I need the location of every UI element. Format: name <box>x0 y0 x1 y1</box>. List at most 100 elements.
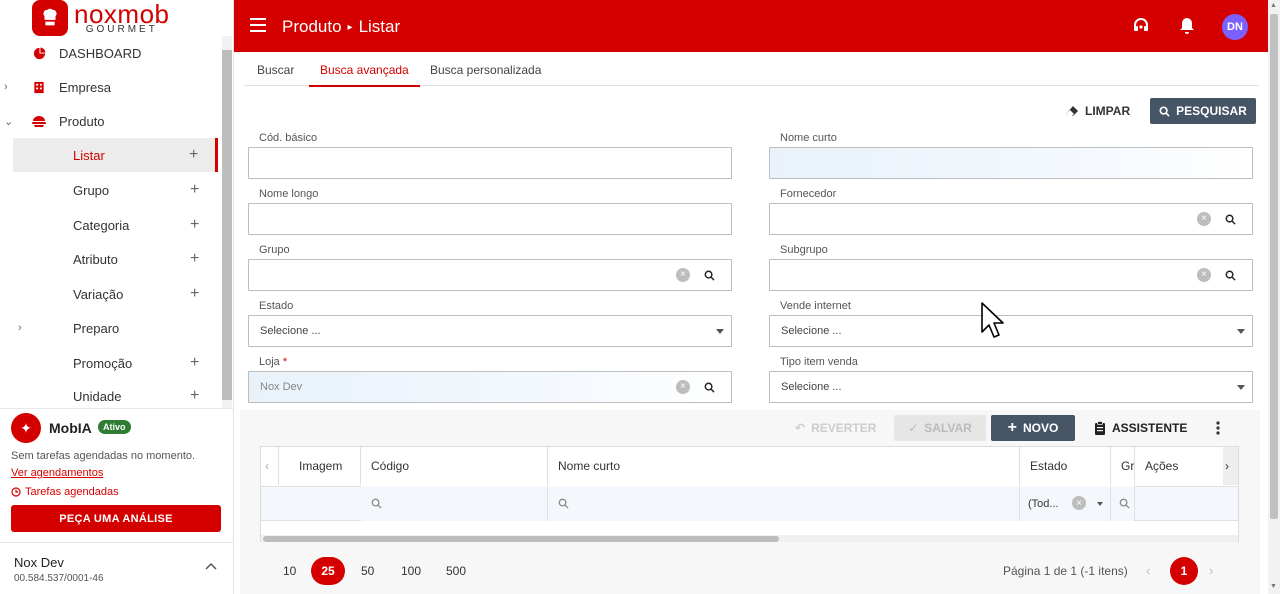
pesquisar-button[interactable]: PESQUISAR <box>1150 98 1256 124</box>
store-selector[interactable]: Nox Dev 00.584.537/0001-46 <box>0 542 233 594</box>
dropdown-caret-icon[interactable] <box>1097 502 1103 506</box>
assistente-button[interactable]: ASSISTENTE <box>1094 415 1187 441</box>
grupo-label: Grupo <box>259 244 290 256</box>
estado-filter[interactable]: (Tod... × <box>1020 486 1111 521</box>
subgrupo-input[interactable]: × <box>769 259 1253 291</box>
search-icon[interactable] <box>702 268 716 282</box>
chevron-down-icon: ⌄ <box>4 115 14 128</box>
sidebar-item-preparo[interactable]: › Preparo <box>0 311 222 345</box>
clear-icon[interactable]: × <box>1197 268 1211 282</box>
plus-icon[interactable]: + <box>190 285 199 303</box>
column-header-estado[interactable]: Estado <box>1020 447 1111 485</box>
clear-icon[interactable]: × <box>676 268 690 282</box>
page-size-500[interactable]: 500 <box>446 564 466 578</box>
vende-internet-select[interactable]: Selecione ... <box>769 315 1253 347</box>
chevron-up-icon[interactable] <box>205 559 217 573</box>
nome-longo-label: Nome longo <box>259 188 319 200</box>
scroll-down-icon[interactable]: ▼ <box>1270 583 1277 590</box>
clear-icon[interactable]: × <box>676 380 690 394</box>
sidebar-item-unidade[interactable]: Unidade + <box>0 379 222 406</box>
breadcrumb-separator-icon: ▸ <box>347 21 353 33</box>
nome-longo-input[interactable] <box>248 203 732 235</box>
loja-input[interactable]: Nox Dev × <box>248 371 732 403</box>
estado-select[interactable]: Selecione ... <box>248 315 732 347</box>
peca-analise-button[interactable]: PEÇA UMA ANÁLISE <box>11 505 221 532</box>
sidebar-item-label: Listar <box>73 147 105 163</box>
scroll-left-icon[interactable]: ‹ <box>261 447 279 485</box>
page-size-100[interactable]: 100 <box>401 564 421 578</box>
page-scrollbar-thumb[interactable] <box>1270 14 1278 519</box>
codigo-filter[interactable] <box>361 486 548 521</box>
search-icon[interactable] <box>1223 212 1237 226</box>
grid-scrollbar-thumb[interactable] <box>263 536 779 542</box>
sidebar-item-variacao[interactable]: Variação + <box>0 277 222 311</box>
search-icon[interactable] <box>702 380 716 394</box>
limpar-button[interactable]: LIMPAR <box>1065 98 1130 124</box>
grid-horizontal-scrollbar[interactable] <box>261 535 1238 542</box>
plus-icon[interactable]: + <box>190 354 199 372</box>
more-options-icon[interactable] <box>1213 415 1223 441</box>
scroll-up-icon[interactable]: ▲ <box>1270 2 1277 9</box>
sidebar-item-grupo[interactable]: Grupo + <box>0 173 222 207</box>
tab-busca-personalizada[interactable]: Busca personalizada <box>430 63 541 77</box>
column-header-nome-curto[interactable]: Nome curto <box>548 447 1020 485</box>
bell-icon[interactable] <box>1177 16 1197 36</box>
plus-icon[interactable]: + <box>190 387 199 405</box>
salvar-button[interactable]: ✓ SALVAR <box>894 415 986 441</box>
current-page-button[interactable]: 1 <box>1170 557 1198 585</box>
sidebar-scrollbar[interactable] <box>222 36 232 408</box>
sidebar-item-atributo[interactable]: Atributo + <box>0 242 222 276</box>
plus-icon[interactable]: + <box>190 216 199 234</box>
main-content: Buscar Busca avançada Busca personalizad… <box>234 52 1268 594</box>
search-icon <box>371 498 382 509</box>
sidebar-item-empresa[interactable]: › Empresa <box>0 70 222 104</box>
headset-support-icon[interactable] <box>1131 16 1151 36</box>
plus-icon[interactable]: + <box>190 250 199 268</box>
scroll-right-icon[interactable]: › <box>1223 447 1238 485</box>
column-header-codigo[interactable]: Código <box>361 447 548 485</box>
clear-icon[interactable]: × <box>1072 496 1086 510</box>
page-size-50[interactable]: 50 <box>361 564 374 578</box>
cod-basico-input[interactable] <box>248 147 732 179</box>
clear-icon[interactable]: × <box>1197 212 1211 226</box>
loja-value: Nox Dev <box>260 381 303 393</box>
ver-agendamentos-link[interactable]: Ver agendamentos <box>11 467 103 479</box>
sidebar-item-categoria[interactable]: Categoria + <box>0 208 222 242</box>
sidebar-item-listar[interactable]: Listar + <box>13 138 218 172</box>
page-scrollbar[interactable]: ▲ ▼ <box>1268 0 1280 594</box>
brand-logo[interactable]: noxmob GOURMET <box>32 0 170 36</box>
grupo-input[interactable]: × <box>248 259 732 291</box>
page-size-25[interactable]: 25 <box>311 557 345 585</box>
search-tabs: Buscar Busca avançada Busca personalizad… <box>244 52 1259 87</box>
pesquisar-label: PESQUISAR <box>1176 104 1247 118</box>
reverter-button[interactable]: ↶ REVERTER <box>795 415 876 441</box>
column-header-grupo[interactable]: Gr <box>1111 447 1135 485</box>
product-grid: ‹ Imagem Código Nome curto Estado Gr Açõ… <box>260 446 1239 542</box>
column-header-imagem[interactable]: Imagem <box>279 447 361 485</box>
salvar-label: SALVAR <box>924 421 972 435</box>
next-page-icon[interactable]: › <box>1209 563 1213 578</box>
tarefas-agendadas-link[interactable]: Tarefas agendadas <box>11 486 119 498</box>
novo-button[interactable]: + NOVO <box>991 415 1075 441</box>
status-badge: Ativo <box>98 420 131 434</box>
page-size-10[interactable]: 10 <box>283 564 296 578</box>
plus-icon[interactable]: + <box>189 146 198 164</box>
avatar[interactable]: DN <box>1222 14 1248 40</box>
hamburger-menu-icon[interactable] <box>250 18 266 32</box>
plus-icon[interactable]: + <box>190 181 199 199</box>
sidebar-scrollbar-thumb[interactable] <box>222 50 232 400</box>
breadcrumb-produto[interactable]: Produto <box>282 17 342 37</box>
nome-curto-input[interactable] <box>769 147 1253 179</box>
sidebar-item-produto[interactable]: ⌄ Produto <box>0 104 222 138</box>
tab-busca-avancada[interactable]: Busca avançada <box>309 63 420 87</box>
fornecedor-input[interactable]: × <box>769 203 1253 235</box>
sidebar-item-dashboard[interactable]: DASHBOARD <box>0 36 222 70</box>
tipo-item-venda-select[interactable]: Selecione ... <box>769 371 1253 403</box>
grupo-filter[interactable] <box>1111 486 1135 521</box>
sidebar-item-label: Promoção <box>73 355 133 371</box>
prev-page-icon[interactable]: ‹ <box>1146 563 1150 578</box>
search-icon[interactable] <box>1223 268 1237 282</box>
tab-buscar[interactable]: Buscar <box>257 63 294 77</box>
sidebar-item-promocao[interactable]: Promoção + <box>0 346 222 380</box>
nome-curto-filter[interactable] <box>548 486 1020 521</box>
